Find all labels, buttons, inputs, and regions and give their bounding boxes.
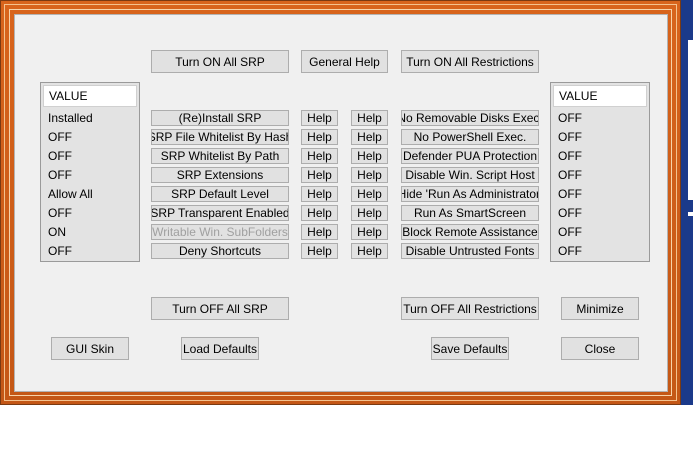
help-button[interactable]: Help bbox=[351, 167, 388, 183]
help-button[interactable]: Help bbox=[351, 148, 388, 164]
help-button[interactable]: Help bbox=[301, 224, 338, 240]
help-button[interactable]: Help bbox=[351, 205, 388, 221]
restriction-status-value: OFF bbox=[558, 168, 582, 182]
srp-status-value: Allow All bbox=[48, 187, 93, 201]
restriction-option-button[interactable]: No Removable Disks Exec. bbox=[401, 110, 539, 126]
srp-option-button[interactable]: Deny Shortcuts bbox=[151, 243, 289, 259]
screen: Turn ON All SRP General Help Turn ON All… bbox=[0, 0, 693, 460]
restriction-option-button[interactable]: No PowerShell Exec. bbox=[401, 129, 539, 145]
restriction-status-value: OFF bbox=[558, 111, 582, 125]
restriction-status-value: OFF bbox=[558, 244, 582, 258]
restriction-status-list[interactable]: VALUE OFF OFF OFF OFF OFF OFF OFF OFF bbox=[550, 82, 650, 262]
turn-off-all-srp-button[interactable]: Turn OFF All SRP bbox=[151, 297, 289, 320]
desktop-background bbox=[681, 0, 693, 405]
restriction-status-value: OFF bbox=[558, 225, 582, 239]
help-button[interactable]: Help bbox=[301, 129, 338, 145]
srp-option-button[interactable]: SRP Transparent Enabled bbox=[151, 205, 289, 221]
help-button[interactable]: Help bbox=[301, 243, 338, 259]
restriction-option-button[interactable]: Block Remote Assistance bbox=[401, 224, 539, 240]
help-button[interactable]: Help bbox=[301, 186, 338, 202]
restriction-option-button[interactable]: Disable Untrusted Fonts bbox=[401, 243, 539, 259]
srp-status-value: OFF bbox=[48, 244, 72, 258]
srp-option-button[interactable]: SRP Whitelist By Path bbox=[151, 148, 289, 164]
help-button[interactable]: Help bbox=[301, 167, 338, 183]
general-help-button[interactable]: General Help bbox=[301, 50, 388, 73]
desktop-edge-highlight bbox=[688, 212, 693, 216]
help-button[interactable]: Help bbox=[351, 129, 388, 145]
restriction-status-value: OFF bbox=[558, 149, 582, 163]
srp-status-value: OFF bbox=[48, 130, 72, 144]
srp-option-button[interactable]: SRP Default Level bbox=[151, 186, 289, 202]
minimize-button[interactable]: Minimize bbox=[561, 297, 639, 320]
turn-off-all-restrictions-button[interactable]: Turn OFF All Restrictions bbox=[401, 297, 539, 320]
restriction-option-button[interactable]: Run As SmartScreen bbox=[401, 205, 539, 221]
gui-skin-button[interactable]: GUI Skin bbox=[51, 337, 129, 360]
restriction-option-button[interactable]: Hide 'Run As Administrator' bbox=[401, 186, 539, 202]
restriction-status-value: OFF bbox=[558, 187, 582, 201]
help-button[interactable]: Help bbox=[301, 205, 338, 221]
srp-status-value: OFF bbox=[48, 206, 72, 220]
restriction-status-value: OFF bbox=[558, 206, 582, 220]
help-button[interactable]: Help bbox=[351, 110, 388, 126]
srp-status-value: OFF bbox=[48, 149, 72, 163]
srp-option-button[interactable]: SRP Extensions bbox=[151, 167, 289, 183]
srp-status-list[interactable]: VALUE Installed OFF OFF OFF Allow All OFF ON OF… bbox=[40, 82, 140, 262]
help-button[interactable]: Help bbox=[301, 110, 338, 126]
restriction-status-header: VALUE bbox=[553, 85, 647, 107]
load-defaults-button[interactable]: Load Defaults bbox=[181, 337, 259, 360]
srp-status-header: VALUE bbox=[43, 85, 137, 107]
save-defaults-button[interactable]: Save Defaults bbox=[431, 337, 509, 360]
srp-option-button[interactable]: Writable Win. SubFolders bbox=[151, 224, 289, 240]
restriction-status-value: OFF bbox=[558, 130, 582, 144]
restriction-option-button[interactable]: Defender PUA Protection bbox=[401, 148, 539, 164]
srp-option-button[interactable]: SRP File Whitelist By Hash bbox=[151, 129, 289, 145]
srp-option-button[interactable]: (Re)Install SRP bbox=[151, 110, 289, 126]
turn-on-all-restrictions-button[interactable]: Turn ON All Restrictions bbox=[401, 50, 539, 73]
help-button[interactable]: Help bbox=[351, 186, 388, 202]
srp-status-value: ON bbox=[48, 225, 66, 239]
close-button[interactable]: Close bbox=[561, 337, 639, 360]
restriction-option-button[interactable]: Disable Win. Script Host bbox=[401, 167, 539, 183]
srp-status-value: OFF bbox=[48, 168, 72, 182]
help-button[interactable]: Help bbox=[351, 243, 388, 259]
srp-status-value: Installed bbox=[48, 111, 93, 125]
help-button[interactable]: Help bbox=[301, 148, 338, 164]
turn-on-all-srp-button[interactable]: Turn ON All SRP bbox=[151, 50, 289, 73]
desktop-edge-highlight bbox=[688, 40, 693, 200]
help-button[interactable]: Help bbox=[351, 224, 388, 240]
